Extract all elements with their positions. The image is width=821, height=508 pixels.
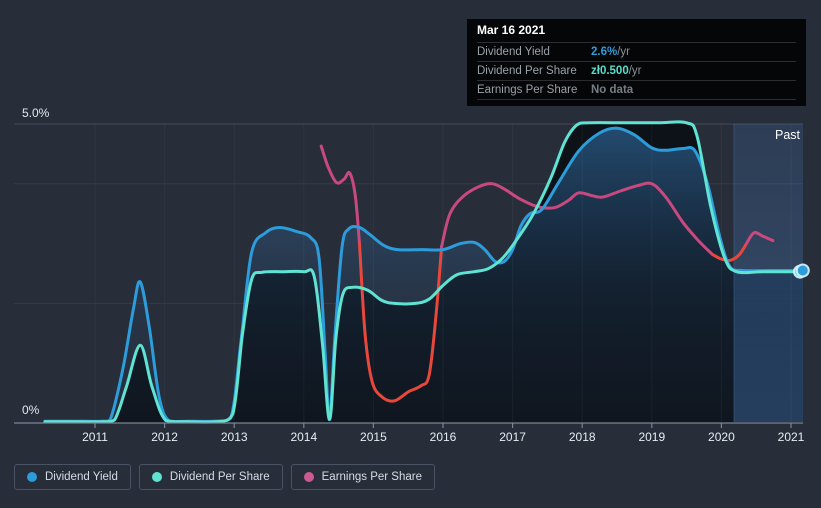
earnings-per-share-dot-icon [303,472,314,482]
chart-legend: Dividend Yield Dividend Per Share Earnin… [14,464,435,490]
chart-tooltip: Mar 16 2021 Dividend Yield 2.6% /yr Divi… [467,19,806,106]
tooltip-row-dividend-per-share: Dividend Per Share zł0.500 /yr [477,61,796,80]
x-axis-label: 2014 [290,430,317,444]
legend-item-earnings-per-share[interactable]: Earnings Per Share [290,464,435,490]
dividend-per-share-dot-icon [151,472,162,482]
x-axis-label: 2011 [82,430,108,444]
tooltip-label: Dividend Yield [477,46,550,58]
tooltip-value: 2.6% [591,46,618,58]
tooltip-value: zł0.500 [591,65,629,77]
tooltip-label: Earnings Per Share [477,84,578,96]
tooltip-date: Mar 16 2021 [477,23,546,37]
x-axis-label: 2017 [499,430,526,444]
x-axis-label: 2018 [569,430,596,444]
legend-label: Dividend Per Share [169,471,270,483]
tooltip-row-dividend-yield: Dividend Yield 2.6% /yr [477,42,796,61]
x-axis-label: 2021 [778,430,805,444]
dividend-yield-area [44,128,803,423]
dividend-yield-dot-icon [27,472,37,482]
legend-label: Earnings Per Share [321,471,422,483]
series-end-marker [795,263,810,278]
tooltip-label: Dividend Per Share [477,65,577,77]
x-axis-label: 2013 [221,430,248,444]
y-axis-label-top: 5.0% [22,106,50,120]
x-axis-label: 2015 [360,430,387,444]
x-axis-label: 2016 [430,430,457,444]
tooltip-row-earnings-per-share: Earnings Per Share No data [477,80,796,100]
tooltip-unit: /yr [617,46,630,58]
past-region-label: Past [774,128,800,142]
legend-item-dividend-yield[interactable]: Dividend Yield [14,464,131,490]
y-axis-label-zero: 0% [22,403,40,417]
tooltip-value: No data [591,84,634,96]
tooltip-unit: /yr [628,65,642,77]
legend-label: Dividend Yield [45,471,118,483]
x-axis-label: 2020 [708,430,735,444]
dividend-history-panel: 5.0% 0% 2011 2012 2013 2014 2015 2016 2017 2018 20… [0,0,821,508]
x-axis-label: 2019 [638,430,665,444]
legend-item-dividend-per-share[interactable]: Dividend Per Share [138,464,283,490]
x-axis-label: 2012 [151,430,178,444]
